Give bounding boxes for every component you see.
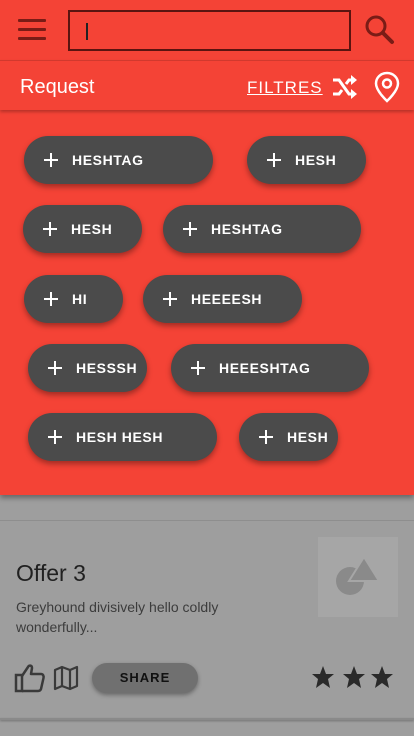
tag-chip-panel: HESHTAG HESH HESH HESHTAG HI HEEEESH HES… <box>0 110 414 495</box>
image-placeholder-icon <box>336 557 381 595</box>
offer-description: Greyhound divisively hello coldly wonder… <box>16 599 219 635</box>
plus-icon <box>44 153 58 167</box>
plus-icon <box>267 153 281 167</box>
top-app-bar <box>0 0 414 60</box>
star-icon[interactable] <box>342 665 366 689</box>
plus-icon <box>48 430 62 444</box>
tag-chip[interactable]: HESHTAG <box>24 136 213 184</box>
offer-thumbnail <box>318 537 398 617</box>
map-icon[interactable] <box>53 665 79 691</box>
location-pin-icon[interactable] <box>373 71 401 103</box>
chip-label: HEEESHTAG <box>219 360 311 376</box>
chip-label: HEEEESH <box>191 291 263 307</box>
chip-label: HESSSH <box>76 360 138 376</box>
search-input[interactable] <box>70 12 349 49</box>
tag-chip[interactable]: HESHTAG <box>163 205 361 253</box>
star-icon[interactable] <box>311 665 335 689</box>
tag-chip[interactable]: HESH <box>23 205 142 253</box>
chip-label: HI <box>72 291 88 307</box>
tag-chip[interactable]: HESSSH <box>28 344 147 392</box>
chip-label: HESH <box>295 152 337 168</box>
plus-icon <box>48 361 62 375</box>
tag-chip[interactable]: HEEESHTAG <box>171 344 369 392</box>
plus-icon <box>44 292 58 306</box>
request-title: Request <box>20 76 95 98</box>
star-icon[interactable] <box>370 665 394 689</box>
plus-icon <box>183 222 197 236</box>
search-field[interactable] <box>68 10 351 51</box>
share-button[interactable]: SHARE <box>92 663 198 693</box>
tag-chip[interactable]: HESH HESH <box>28 413 217 461</box>
request-bar: Request FILTRES <box>0 60 414 110</box>
chip-label: HESHTAG <box>211 221 283 237</box>
plus-icon <box>191 361 205 375</box>
tag-chip[interactable]: HEEEESH <box>143 275 302 323</box>
card-divider <box>0 718 414 720</box>
plus-icon <box>259 430 273 444</box>
search-icon[interactable] <box>362 12 396 46</box>
chip-label: HESH <box>287 429 329 445</box>
offer-title: Offer 3 <box>16 560 86 586</box>
chip-label: HESHTAG <box>72 152 144 168</box>
menu-icon[interactable] <box>14 14 50 46</box>
chip-label: HESH HESH <box>76 429 164 445</box>
plus-icon <box>43 222 57 236</box>
shuffle-icon[interactable] <box>330 73 358 101</box>
tag-chip[interactable]: HESH <box>247 136 366 184</box>
filters-link[interactable]: FILTRES <box>247 78 323 98</box>
tag-chip[interactable]: HI <box>24 275 123 323</box>
plus-icon <box>163 292 177 306</box>
card-divider <box>0 520 414 521</box>
thumbs-up-icon[interactable] <box>14 663 46 693</box>
text-cursor <box>86 23 88 40</box>
tag-chip[interactable]: HESH <box>239 413 338 461</box>
chip-label: HESH <box>71 221 113 237</box>
